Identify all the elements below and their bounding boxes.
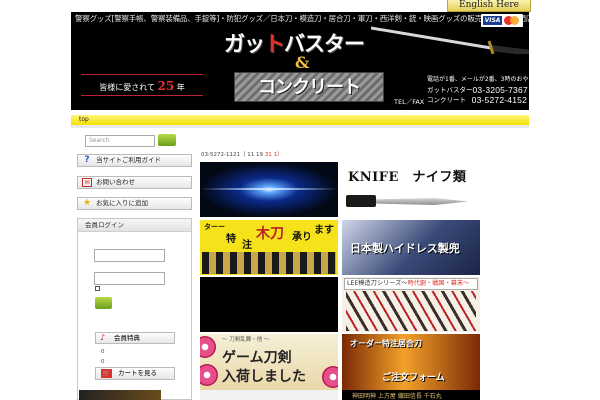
armor-title: 日本製ハイドレス製兜 [350,242,460,255]
hours-holiday-end: 1） [273,152,283,158]
logo-text-a: ガッ [224,32,265,56]
login-panel: 会員ログイン ♪ 会員特典 0 0 🛒 カートを見る [77,218,192,400]
search-input[interactable]: Search [85,135,155,147]
swords-image [346,291,476,331]
contact-label: お問い合わせ [96,178,135,186]
sword-series-title: LEE模造刀シリーズ〜時代劇・戦国・幕末〜 [344,278,478,290]
phone-number[interactable]: 03-5272-4152 [472,95,527,105]
knife-handle [346,195,376,207]
logo-ampersand: & [295,53,310,72]
phone-name: コンクリート [427,96,466,104]
game-title-1: ゲーム刀剣 [222,350,292,366]
knife-title: KNIFE ナイフ類 [348,170,467,185]
search-button[interactable] [158,134,176,146]
mail-icon: ✉ [82,178,92,187]
sword-series-b: 時代劇・戦国・幕末〜 [407,280,470,287]
header-tagline: 警察グッズ[警察手帳、警察装備品、手錠等]・防犯グッズ／日本刀・模造刀・居合刀・… [75,14,529,23]
wood-text-2: 特 [226,234,236,245]
anniversary-prefix: 皆様に愛されて [99,83,155,92]
logo-gutbuster[interactable]: ガットバスター [224,28,365,58]
business-hours: 03-5272-1121（ 11 19 31 1） [201,150,282,158]
banner-bottom-right[interactable]: 神田明神 上方屋 織田信長 千石丸 [342,390,480,400]
order-form-label: ご注文フォーム [382,373,445,383]
wood-text-3: 注 [242,240,252,251]
wood-text-5: 承り [292,232,312,243]
katana-image [371,26,529,54]
member-benefit-label: 会員特典 [114,334,140,342]
favorite-button[interactable]: ★ お気に入りに追加 [77,197,192,210]
hours-phone: 03-5272-1121（ [201,152,246,158]
wood-text-6: ます [314,225,334,236]
bottom-strip-text: 神田明神 上方屋 織田信長 千石丸 [352,393,442,400]
english-button[interactable]: English Here [447,0,531,12]
hours-open: 11 [247,152,255,158]
banner-custom-order[interactable]: オーダー特注居合刀 ご注文フォーム [342,334,480,390]
order-title: オーダー特注居合刀 [350,339,422,348]
nav-bar: top [71,115,529,125]
password-field[interactable] [94,272,165,285]
anniversary-suffix: 年 [176,83,185,92]
hours-close: 19 [255,152,263,158]
cart-total: 0 [101,359,105,365]
wood-text-4: 木刀 [256,226,284,242]
anniversary-badge: 皆様に愛されて 25 年 [81,74,203,96]
contact-hours: 電話が1番、メールが2番、3時のおやつに来店 [427,76,529,83]
cart-count: 0 [101,349,105,355]
view-cart-label: カートを見る [118,369,157,377]
site-header: 警察グッズ[警察手帳、警察装備品、手錠等]・防犯グッズ／日本刀・模造刀・居合刀・… [71,12,529,110]
wooden-swords-image [202,252,336,274]
login-id-field[interactable] [94,249,165,262]
game-title-2: 入荷しました [222,369,306,385]
favorite-label: お気に入りに追加 [96,199,148,207]
login-button[interactable] [95,297,112,309]
hours-holiday: 31 [264,152,272,158]
contact-button[interactable]: ✉ お問い合わせ [77,176,192,189]
question-icon: ? [84,155,90,165]
banner-bottom-left[interactable] [200,390,338,400]
star-icon: ★ [82,198,92,208]
banner-knife[interactable]: KNIFE ナイフ類 [342,162,480,217]
music-note-icon: ♪ [100,333,106,342]
logo-concrete[interactable]: コンクリート [234,72,384,102]
flower-decoration [200,336,216,358]
flower-decoration [322,366,338,388]
cart-icon: 🛒 [101,369,112,378]
page: English Here 警察グッズ[警察手帳、警察装備品、手錠等]・防犯グッズ… [0,0,600,400]
phone-number[interactable]: 03-3205-7367 [473,85,528,95]
guide-button[interactable]: ? 当サイトご利用ガイド [77,154,192,167]
contact-info: 電話が1番、メールが2番、3時のおやつに来店 ガットバスター 03-3205-7… [427,75,529,105]
login-title: 会員ログイン [78,219,191,232]
tel-fax-label: TEL／FAX [394,98,425,106]
phone-row: コンクリート 03-5272-4152 [427,95,527,105]
view-cart-button[interactable]: 🛒 カートを見る [95,367,175,380]
phone-row: ガットバスター 03-3205-7367 [427,85,528,95]
flower-decoration [200,364,218,386]
banner-sword-series[interactable]: LEE模造刀シリーズ〜時代劇・戦国・幕末〜 [342,277,480,332]
sidebar-bottom-banner[interactable] [79,390,161,400]
game-subtitle: 〜 刀剣乱舞・他 〜 [222,337,270,343]
anniversary-years: 25 [157,79,175,93]
logo-text-b: ト [264,32,285,56]
remember-checkbox[interactable] [95,286,100,291]
banner-game-swords[interactable]: 〜 刀剣乱舞・他 〜 ゲーム刀剣 入荷しました [200,334,338,390]
wood-text-1: ターー [204,223,225,231]
guide-label: 当サイトご利用ガイド [96,156,161,164]
nav-top-link[interactable]: top [79,116,89,123]
phone-name: ガットバスター [427,86,473,94]
sword-series-a: LEE模造刀シリーズ〜 [347,280,408,287]
banner-black[interactable] [200,277,338,332]
banner-wooden-sword[interactable]: ターー 特 注 木刀 承り ます [200,220,338,275]
banner-light-effect[interactable] [200,162,338,217]
nav-divider [71,125,529,128]
member-benefit-button[interactable]: ♪ 会員特典 [95,332,175,344]
banner-armor[interactable]: 日本製ハイドレス製兜 [342,220,480,275]
